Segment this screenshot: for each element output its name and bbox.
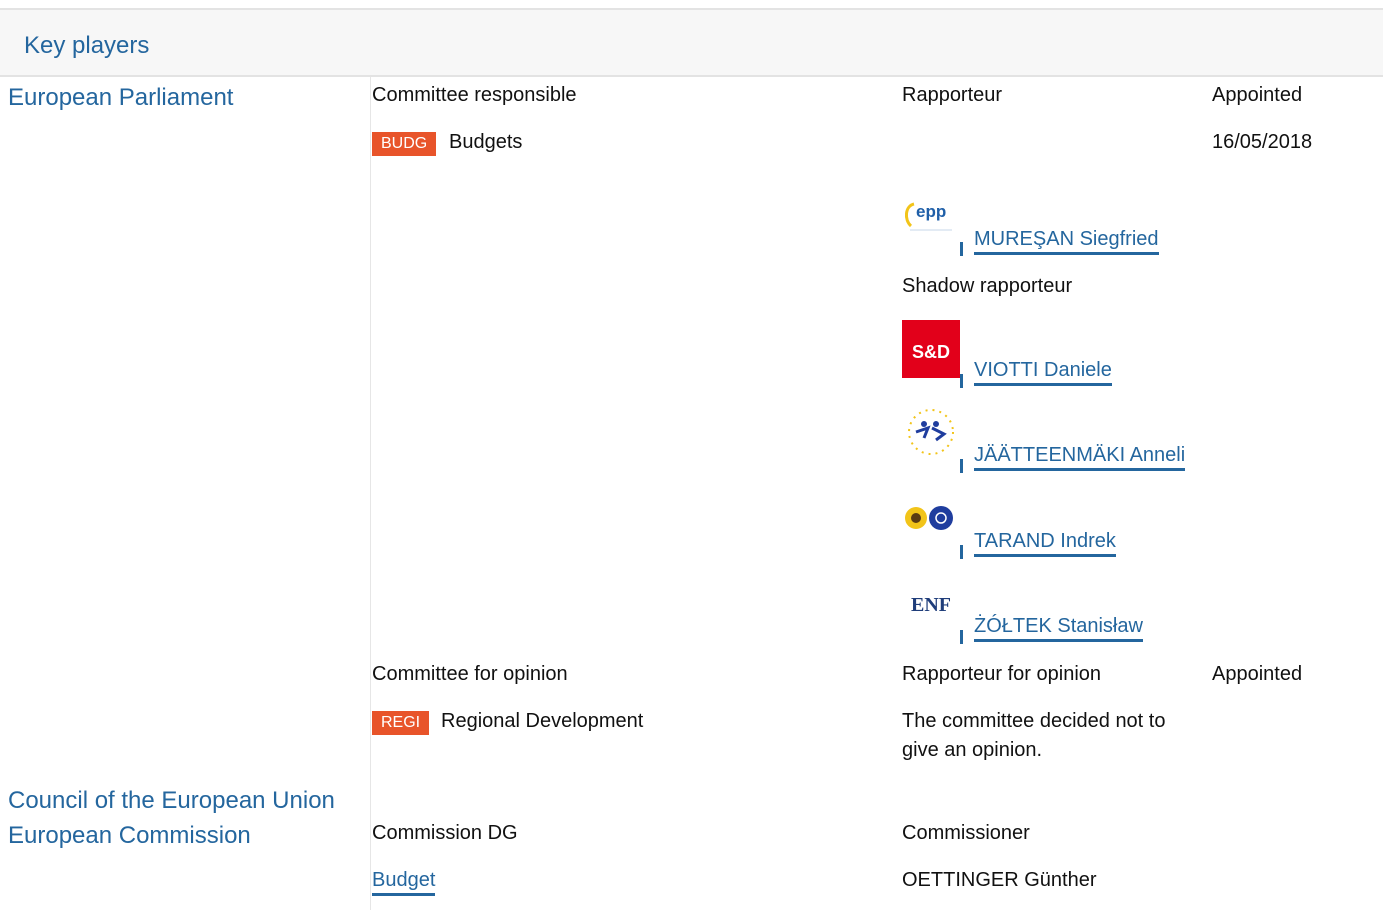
committee-name-budgets[interactable]: Budgets	[449, 131, 522, 154]
committee-responsible-header: Committee responsible	[372, 84, 577, 106]
committee-name-regional-development[interactable]: Regional Development	[441, 710, 643, 733]
shadow-link-zoltek[interactable]: ŻÓŁTEK Stanisław	[974, 615, 1143, 642]
opinion-note-line2: give an opinion.	[902, 739, 1043, 761]
shadow-link-viotti[interactable]: VIOTTI Daniele	[974, 359, 1112, 386]
logo-link-bar	[960, 459, 963, 473]
commission-dg-header: Commission DG	[372, 822, 518, 844]
logo-link-bar	[960, 242, 963, 256]
key-players-header: Key players	[0, 8, 1383, 77]
appointed-date: 16/05/2018	[1212, 131, 1313, 153]
institution-commission[interactable]: European Commission	[8, 822, 251, 850]
alde-logo-icon	[902, 404, 960, 462]
appointed-header: Appointed	[1212, 84, 1303, 106]
rapporteur-header: Rapporteur	[902, 84, 1003, 106]
enf-logo-icon: ENF	[902, 574, 960, 632]
players-detail-area	[371, 77, 1383, 910]
logo-link-bar	[960, 545, 963, 559]
committee-badge-budg: BUDG	[372, 132, 437, 156]
opinion-note-line1: The committee decided not to	[902, 710, 1166, 732]
epp-logo-icon: epp	[902, 186, 960, 244]
section-title: Key players	[24, 32, 150, 59]
svg-text:epp: epp	[916, 202, 946, 221]
greens-efa-logo-icon	[902, 490, 960, 548]
svg-text:S&D: S&D	[912, 342, 950, 362]
opinion-appointed-header: Appointed	[1212, 663, 1303, 685]
commissioner-name: OETTINGER Günther	[902, 869, 1097, 891]
sd-logo-icon: S&D	[902, 320, 960, 378]
logo-link-bar	[960, 374, 963, 388]
svg-text:ENF: ENF	[911, 594, 951, 616]
committee-for-opinion-header: Committee for opinion	[372, 663, 568, 685]
commissioner-header: Commissioner	[902, 822, 1030, 844]
rapporteur-for-opinion-header: Rapporteur for opinion	[902, 663, 1102, 685]
shadow-rapporteur-header: Shadow rapporteur	[902, 275, 1073, 297]
institution-council[interactable]: Council of the European Union	[8, 787, 335, 815]
logo-link-bar	[960, 630, 963, 644]
committee-badge-regi: REGI	[372, 711, 430, 735]
rapporteur-link[interactable]: MUREŞAN Siegfried	[974, 228, 1159, 255]
shadow-link-jaatteenmaki[interactable]: JÄÄTTEENMÄKI Anneli	[974, 444, 1186, 471]
commission-dg-budget-link[interactable]: Budget	[372, 869, 436, 896]
institution-european-parliament[interactable]: European Parliament	[8, 84, 233, 112]
institutions-column	[0, 77, 371, 910]
shadow-link-tarand[interactable]: TARAND Indrek	[974, 530, 1116, 557]
